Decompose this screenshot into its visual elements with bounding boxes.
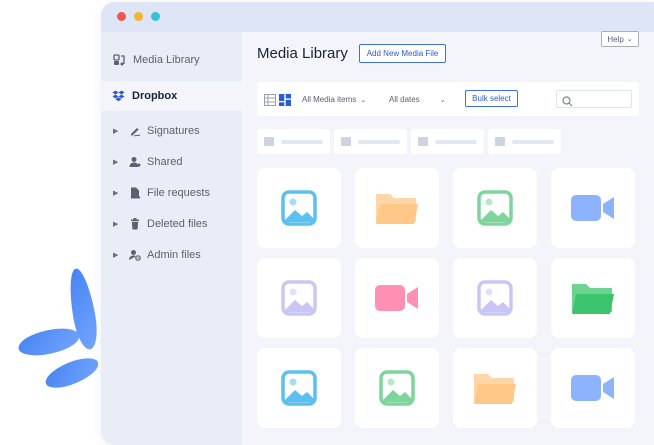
- sidebar: Media Library Dropbox ▶ Signatures ▶ Sha…: [101, 32, 242, 445]
- folder-icon: [472, 370, 518, 406]
- media-tile[interactable]: [551, 348, 635, 428]
- sidebar-item-label: Deleted files: [147, 218, 208, 230]
- add-new-media-button[interactable]: Add New Media File: [359, 44, 446, 63]
- folder-name-placeholder: [435, 140, 477, 144]
- media-type-filter[interactable]: All Media items ⌄: [298, 91, 377, 108]
- sidebar-item-media-library[interactable]: Media Library: [101, 45, 242, 75]
- media-tile[interactable]: [551, 168, 635, 248]
- media-tile[interactable]: [257, 258, 341, 338]
- page-title: Media Library: [257, 45, 348, 62]
- folder-chip[interactable]: [411, 129, 484, 154]
- sidebar-item-label: Admin files: [147, 249, 201, 261]
- sidebar-item-label: Dropbox: [132, 90, 178, 102]
- folder-name-placeholder: [512, 140, 554, 144]
- media-tile[interactable]: [453, 168, 537, 248]
- image-icon: [379, 370, 415, 406]
- sidebar-item-dropbox[interactable]: Dropbox: [101, 81, 242, 111]
- sidebar-item-label: Signatures: [147, 125, 200, 137]
- title-bar: [101, 2, 654, 32]
- signature-icon: [128, 124, 142, 138]
- window-minimize-button[interactable]: [134, 12, 143, 21]
- chevron-down-icon: ⌄: [360, 96, 367, 104]
- media-tile[interactable]: [257, 348, 341, 428]
- sidebar-item-label: File requests: [147, 187, 210, 199]
- sidebar-item-admin-files[interactable]: ▶ Admin files: [101, 240, 242, 270]
- caret-right-icon[interactable]: ▶: [113, 220, 118, 228]
- folder-name-placeholder: [281, 140, 323, 144]
- help-label: Help: [607, 34, 624, 44]
- media-tile[interactable]: [551, 258, 635, 338]
- media-tile[interactable]: [355, 168, 439, 248]
- folder-chip[interactable]: [488, 129, 561, 154]
- sidebar-item-signatures[interactable]: ▶ Signatures: [101, 116, 242, 146]
- sidebar-item-shared[interactable]: ▶ Shared: [101, 147, 242, 177]
- image-icon: [477, 190, 513, 226]
- search-input[interactable]: [556, 90, 632, 108]
- video-icon: [571, 193, 615, 223]
- folder-chip[interactable]: [334, 129, 407, 154]
- media-tile[interactable]: [355, 348, 439, 428]
- chevron-down-icon: ⌄: [626, 36, 633, 43]
- media-tile[interactable]: [257, 168, 341, 248]
- caret-right-icon[interactable]: ▶: [113, 189, 118, 197]
- image-icon: [281, 280, 317, 316]
- help-button[interactable]: Help ⌄: [601, 31, 639, 47]
- app-window: Media Library Dropbox ▶ Signatures ▶ Sha…: [101, 2, 654, 445]
- window-maximize-button[interactable]: [151, 12, 160, 21]
- caret-right-icon[interactable]: ▶: [113, 158, 118, 166]
- sidebar-item-label: Media Library: [133, 54, 200, 66]
- chevron-down-icon: ⌄: [439, 96, 446, 104]
- shared-user-icon: [128, 155, 142, 169]
- media-type-filter-value: All Media items: [302, 95, 357, 104]
- file-request-icon: [128, 186, 142, 200]
- image-icon: [477, 280, 513, 316]
- media-toolbar: All Media items ⌄ All dates ⌄ Bulk selec…: [257, 82, 639, 116]
- date-filter[interactable]: All dates ⌄: [385, 91, 457, 108]
- bulk-select-button[interactable]: Bulk select: [465, 90, 518, 107]
- media-tile[interactable]: [453, 258, 537, 338]
- list-view-icon[interactable]: [264, 93, 276, 111]
- folder-name-placeholder: [358, 140, 400, 144]
- trash-icon: [128, 217, 142, 231]
- admin-user-icon: [128, 248, 142, 262]
- media-tile[interactable]: [453, 348, 537, 428]
- sidebar-item-file-requests[interactable]: ▶ File requests: [101, 178, 242, 208]
- dropbox-icon: [111, 89, 125, 103]
- stage: Media Library Dropbox ▶ Signatures ▶ Sha…: [0, 0, 654, 445]
- video-icon: [375, 283, 419, 313]
- folder-icon: [341, 137, 351, 146]
- media-tile[interactable]: [355, 258, 439, 338]
- sidebar-item-label: Shared: [147, 156, 183, 168]
- search-icon: [562, 94, 573, 112]
- grid-view-icon[interactable]: [279, 93, 291, 111]
- folder-chip[interactable]: [257, 129, 330, 154]
- date-filter-value: All dates: [389, 95, 420, 104]
- folder-icon: [495, 137, 505, 146]
- image-icon: [281, 190, 317, 226]
- folder-icon: [418, 137, 428, 146]
- media-library-icon: [112, 53, 126, 67]
- folder-icon: [264, 137, 274, 146]
- image-icon: [281, 370, 317, 406]
- video-icon: [571, 373, 615, 403]
- folder-icon: [374, 190, 420, 226]
- folder-icon: [570, 280, 616, 316]
- main-content: Media Library Add New Media File Help ⌄ …: [242, 31, 654, 445]
- sidebar-item-deleted-files[interactable]: ▶ Deleted files: [101, 209, 242, 239]
- caret-right-icon[interactable]: ▶: [113, 127, 118, 135]
- window-close-button[interactable]: [117, 12, 126, 21]
- caret-right-icon[interactable]: ▶: [113, 251, 118, 259]
